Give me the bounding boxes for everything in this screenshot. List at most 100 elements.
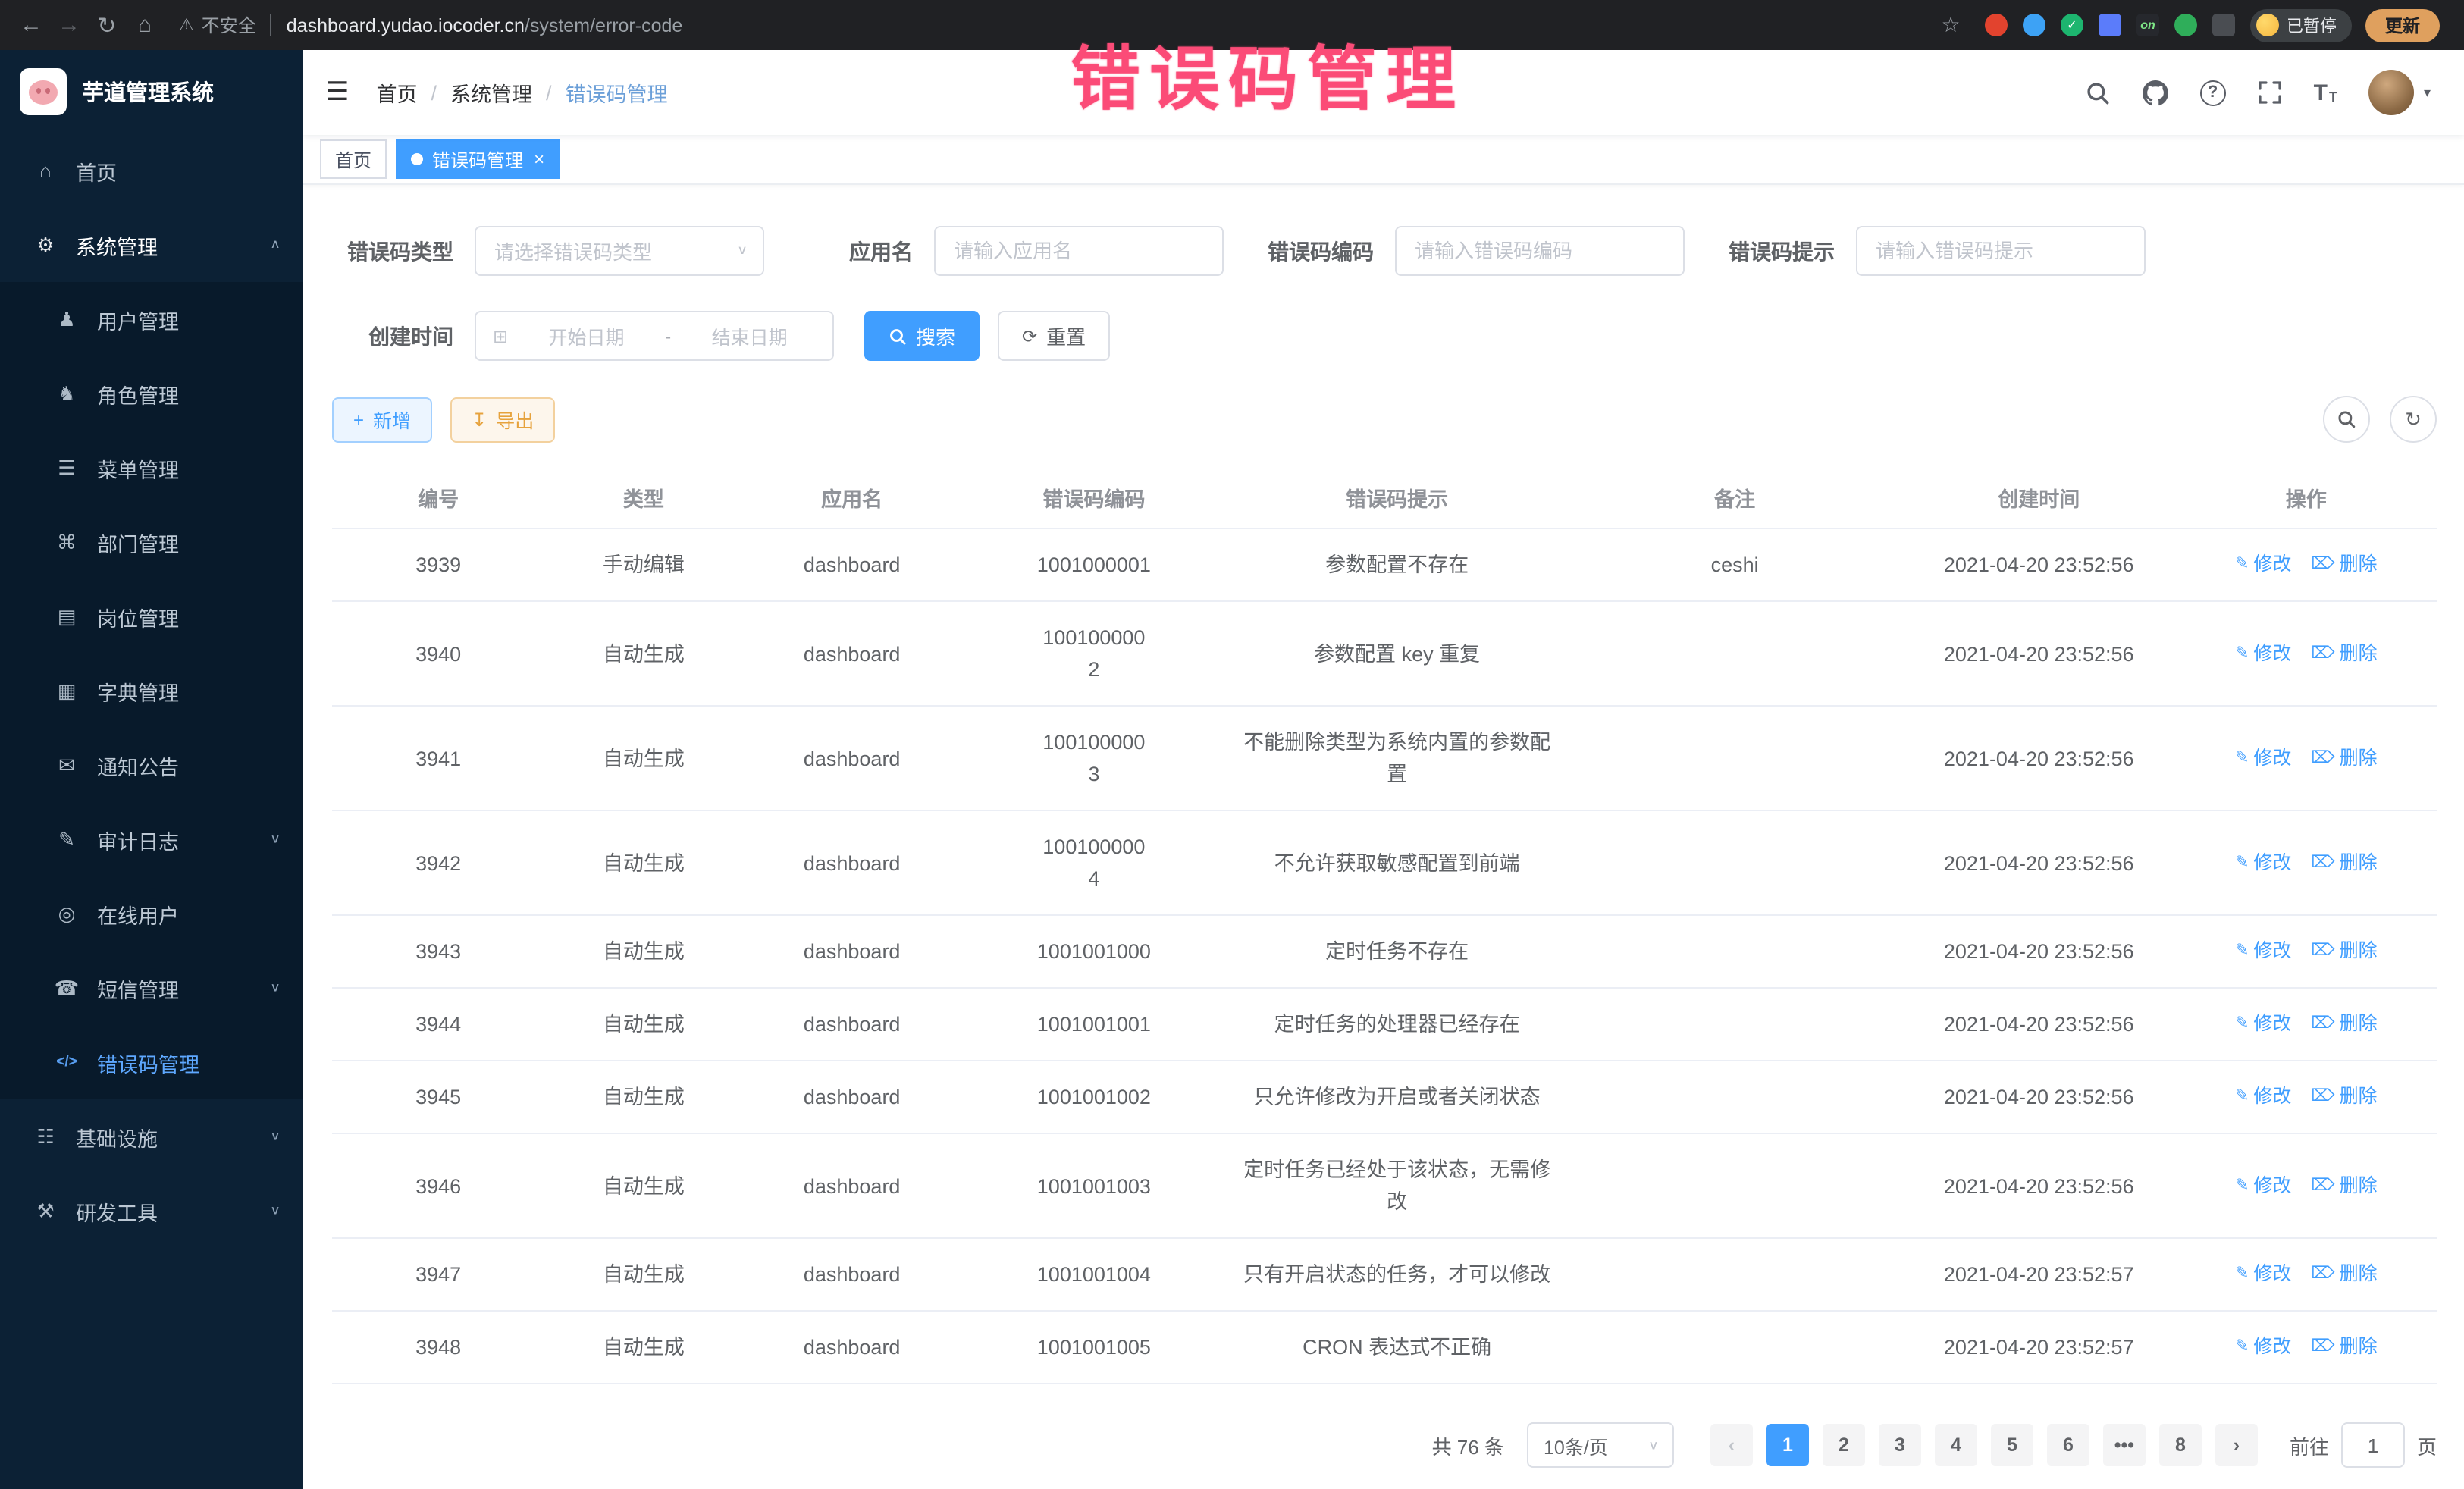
- page-size-select[interactable]: 10条/页 ∨: [1527, 1422, 1674, 1468]
- extension-blue-drop-icon[interactable]: [2023, 14, 2045, 36]
- toggle-search-icon[interactable]: [2323, 396, 2370, 443]
- logo[interactable]: 芋道管理系统: [0, 50, 303, 133]
- close-icon[interactable]: ×: [534, 150, 544, 168]
- sidebar-item[interactable]: ☎ 短信管理 ∨: [0, 951, 303, 1025]
- back-icon[interactable]: ←: [12, 12, 50, 38]
- sidebar-item[interactable]: ◎ 在线用户: [0, 876, 303, 951]
- error-type-select[interactable]: 请选择错误码类型 ∨: [475, 226, 764, 276]
- sidebar-item[interactable]: ✉ 通知公告: [0, 728, 303, 802]
- font-size-icon[interactable]: TT: [2314, 81, 2337, 104]
- date-range-picker[interactable]: ⊞ 开始日期 - 结束日期: [475, 311, 834, 361]
- edit-link[interactable]: ✎修改: [2235, 847, 2291, 879]
- sidebar-item[interactable]: </> 错误码管理: [0, 1025, 303, 1099]
- user-menu[interactable]: ▾: [2369, 70, 2431, 115]
- sidebar-item[interactable]: ☷ 基础设施 ∨: [0, 1099, 303, 1174]
- address-bar[interactable]: ⚠ 不安全 dashboard.yudao.iocoder.cn/system/…: [179, 12, 1917, 38]
- delete-link[interactable]: ⌦删除: [2311, 1331, 2377, 1363]
- cell-id: 3940: [332, 638, 544, 669]
- page-button[interactable]: 3: [1879, 1424, 1921, 1466]
- search-button[interactable]: 搜索: [864, 311, 980, 361]
- page-button[interactable]: 6: [2047, 1424, 2089, 1466]
- delete-link[interactable]: ⌦删除: [2311, 1008, 2377, 1040]
- extension-red-icon[interactable]: [1985, 14, 2008, 36]
- page-button[interactable]: 5: [1991, 1424, 2033, 1466]
- delete-link[interactable]: ⌦删除: [2311, 1081, 2377, 1113]
- tab-error-code[interactable]: 错误码管理 ×: [396, 139, 560, 179]
- prev-page-button[interactable]: ‹: [1710, 1424, 1753, 1466]
- edit-link[interactable]: ✎修改: [2235, 742, 2291, 774]
- extension-onetab-icon[interactable]: on: [2136, 14, 2159, 36]
- sms-icon: ☎: [53, 976, 80, 1000]
- export-button[interactable]: ↧ 导出: [450, 397, 555, 442]
- refresh-icon[interactable]: ↻: [2390, 396, 2437, 443]
- extension-leaf-icon[interactable]: [2174, 14, 2197, 36]
- sidebar-item[interactable]: ⚒ 研发工具 ∨: [0, 1174, 303, 1248]
- github-icon[interactable]: [2143, 80, 2168, 105]
- delete-link[interactable]: ⌦删除: [2311, 936, 2377, 967]
- sidebar-item[interactable]: ☰ 菜单管理: [0, 431, 303, 505]
- delete-link[interactable]: ⌦删除: [2311, 1259, 2377, 1290]
- bookmark-star-icon[interactable]: ☆: [1932, 12, 1970, 38]
- delete-link[interactable]: ⌦删除: [2311, 742, 2377, 774]
- extension-green-check-icon[interactable]: ✓: [2061, 14, 2083, 36]
- cell-error-hint: 定时任务已经处于该状态，无需修改: [1227, 1154, 1568, 1218]
- delete-label: 删除: [2340, 1259, 2378, 1290]
- browser-home-icon[interactable]: ⌂: [126, 12, 164, 38]
- delete-link[interactable]: ⌦删除: [2311, 638, 2377, 669]
- sidebar-item[interactable]: ⌂ 首页: [0, 133, 303, 208]
- end-date-placeholder: 结束日期: [683, 321, 816, 350]
- sidebar-item[interactable]: ⚙ 系统管理 ∧: [0, 208, 303, 282]
- tags-view: 首页 错误码管理 ×: [303, 135, 2464, 185]
- page-button[interactable]: 4: [1935, 1424, 1977, 1466]
- sidebar-item-label: 通知公告: [97, 750, 281, 780]
- extension-puzzle-icon[interactable]: [2212, 14, 2235, 36]
- page-button[interactable]: •••: [2103, 1424, 2146, 1466]
- hamburger-icon[interactable]: ☰: [326, 77, 350, 108]
- breadcrumb-system[interactable]: 系统管理: [450, 77, 532, 108]
- cell-app-name: dashboard: [742, 1331, 961, 1363]
- breadcrumb-home[interactable]: 首页: [377, 77, 418, 108]
- delete-link[interactable]: ⌦删除: [2311, 549, 2377, 581]
- profile-paused-chip[interactable]: 已暂停: [2250, 8, 2352, 42]
- sidebar-item[interactable]: ▦ 字典管理: [0, 654, 303, 728]
- sidebar-item[interactable]: ▤ 岗位管理: [0, 579, 303, 654]
- delete-label: 删除: [2340, 638, 2378, 669]
- edit-link[interactable]: ✎修改: [2235, 638, 2291, 669]
- goto-page-input[interactable]: [2341, 1422, 2405, 1468]
- reset-button[interactable]: ⟳ 重置: [998, 311, 1110, 361]
- edit-link[interactable]: ✎修改: [2235, 1008, 2291, 1040]
- extension-grid-icon[interactable]: [2099, 14, 2121, 36]
- edit-link[interactable]: ✎修改: [2235, 1081, 2291, 1113]
- edit-link[interactable]: ✎修改: [2235, 936, 2291, 967]
- error-code-input[interactable]: [1395, 226, 1685, 276]
- search-icon[interactable]: [2085, 80, 2111, 105]
- error-hint-input[interactable]: [1856, 226, 2146, 276]
- edit-link[interactable]: ✎修改: [2235, 549, 2291, 581]
- next-page-button[interactable]: ›: [2215, 1424, 2258, 1466]
- add-button[interactable]: + 新增: [332, 397, 432, 442]
- filter-label-error-code: 错误码编码: [1268, 236, 1374, 266]
- app-name-input[interactable]: [934, 226, 1224, 276]
- help-icon[interactable]: ?: [2200, 80, 2226, 105]
- sidebar-item[interactable]: ✎ 审计日志 ∨: [0, 802, 303, 876]
- page-button[interactable]: 1: [1766, 1424, 1809, 1466]
- page-button[interactable]: 2: [1823, 1424, 1865, 1466]
- forward-icon[interactable]: →: [50, 12, 88, 38]
- edit-link[interactable]: ✎修改: [2235, 1331, 2291, 1363]
- browser-update-button[interactable]: 更新: [2365, 8, 2440, 42]
- url-host: dashboard.yudao.iocoder.cn: [287, 14, 525, 36]
- edit-link[interactable]: ✎修改: [2235, 1170, 2291, 1202]
- page-button[interactable]: 8: [2159, 1424, 2202, 1466]
- delete-link[interactable]: ⌦删除: [2311, 847, 2377, 879]
- cell-error-code: 100100000 3: [961, 726, 1227, 790]
- sidebar-item[interactable]: ⌘ 部门管理: [0, 505, 303, 579]
- fullscreen-icon[interactable]: [2258, 80, 2282, 105]
- cell-operations: ✎修改 ⌦删除: [2176, 638, 2437, 669]
- sidebar-item[interactable]: ♟ 用户管理: [0, 282, 303, 356]
- sidebar-item[interactable]: ♞ 角色管理: [0, 356, 303, 431]
- tab-home[interactable]: 首页: [320, 139, 387, 179]
- cell-type: 自动生成: [544, 1331, 742, 1363]
- edit-link[interactable]: ✎修改: [2235, 1259, 2291, 1290]
- delete-link[interactable]: ⌦删除: [2311, 1170, 2377, 1202]
- reload-icon[interactable]: ↻: [88, 11, 126, 39]
